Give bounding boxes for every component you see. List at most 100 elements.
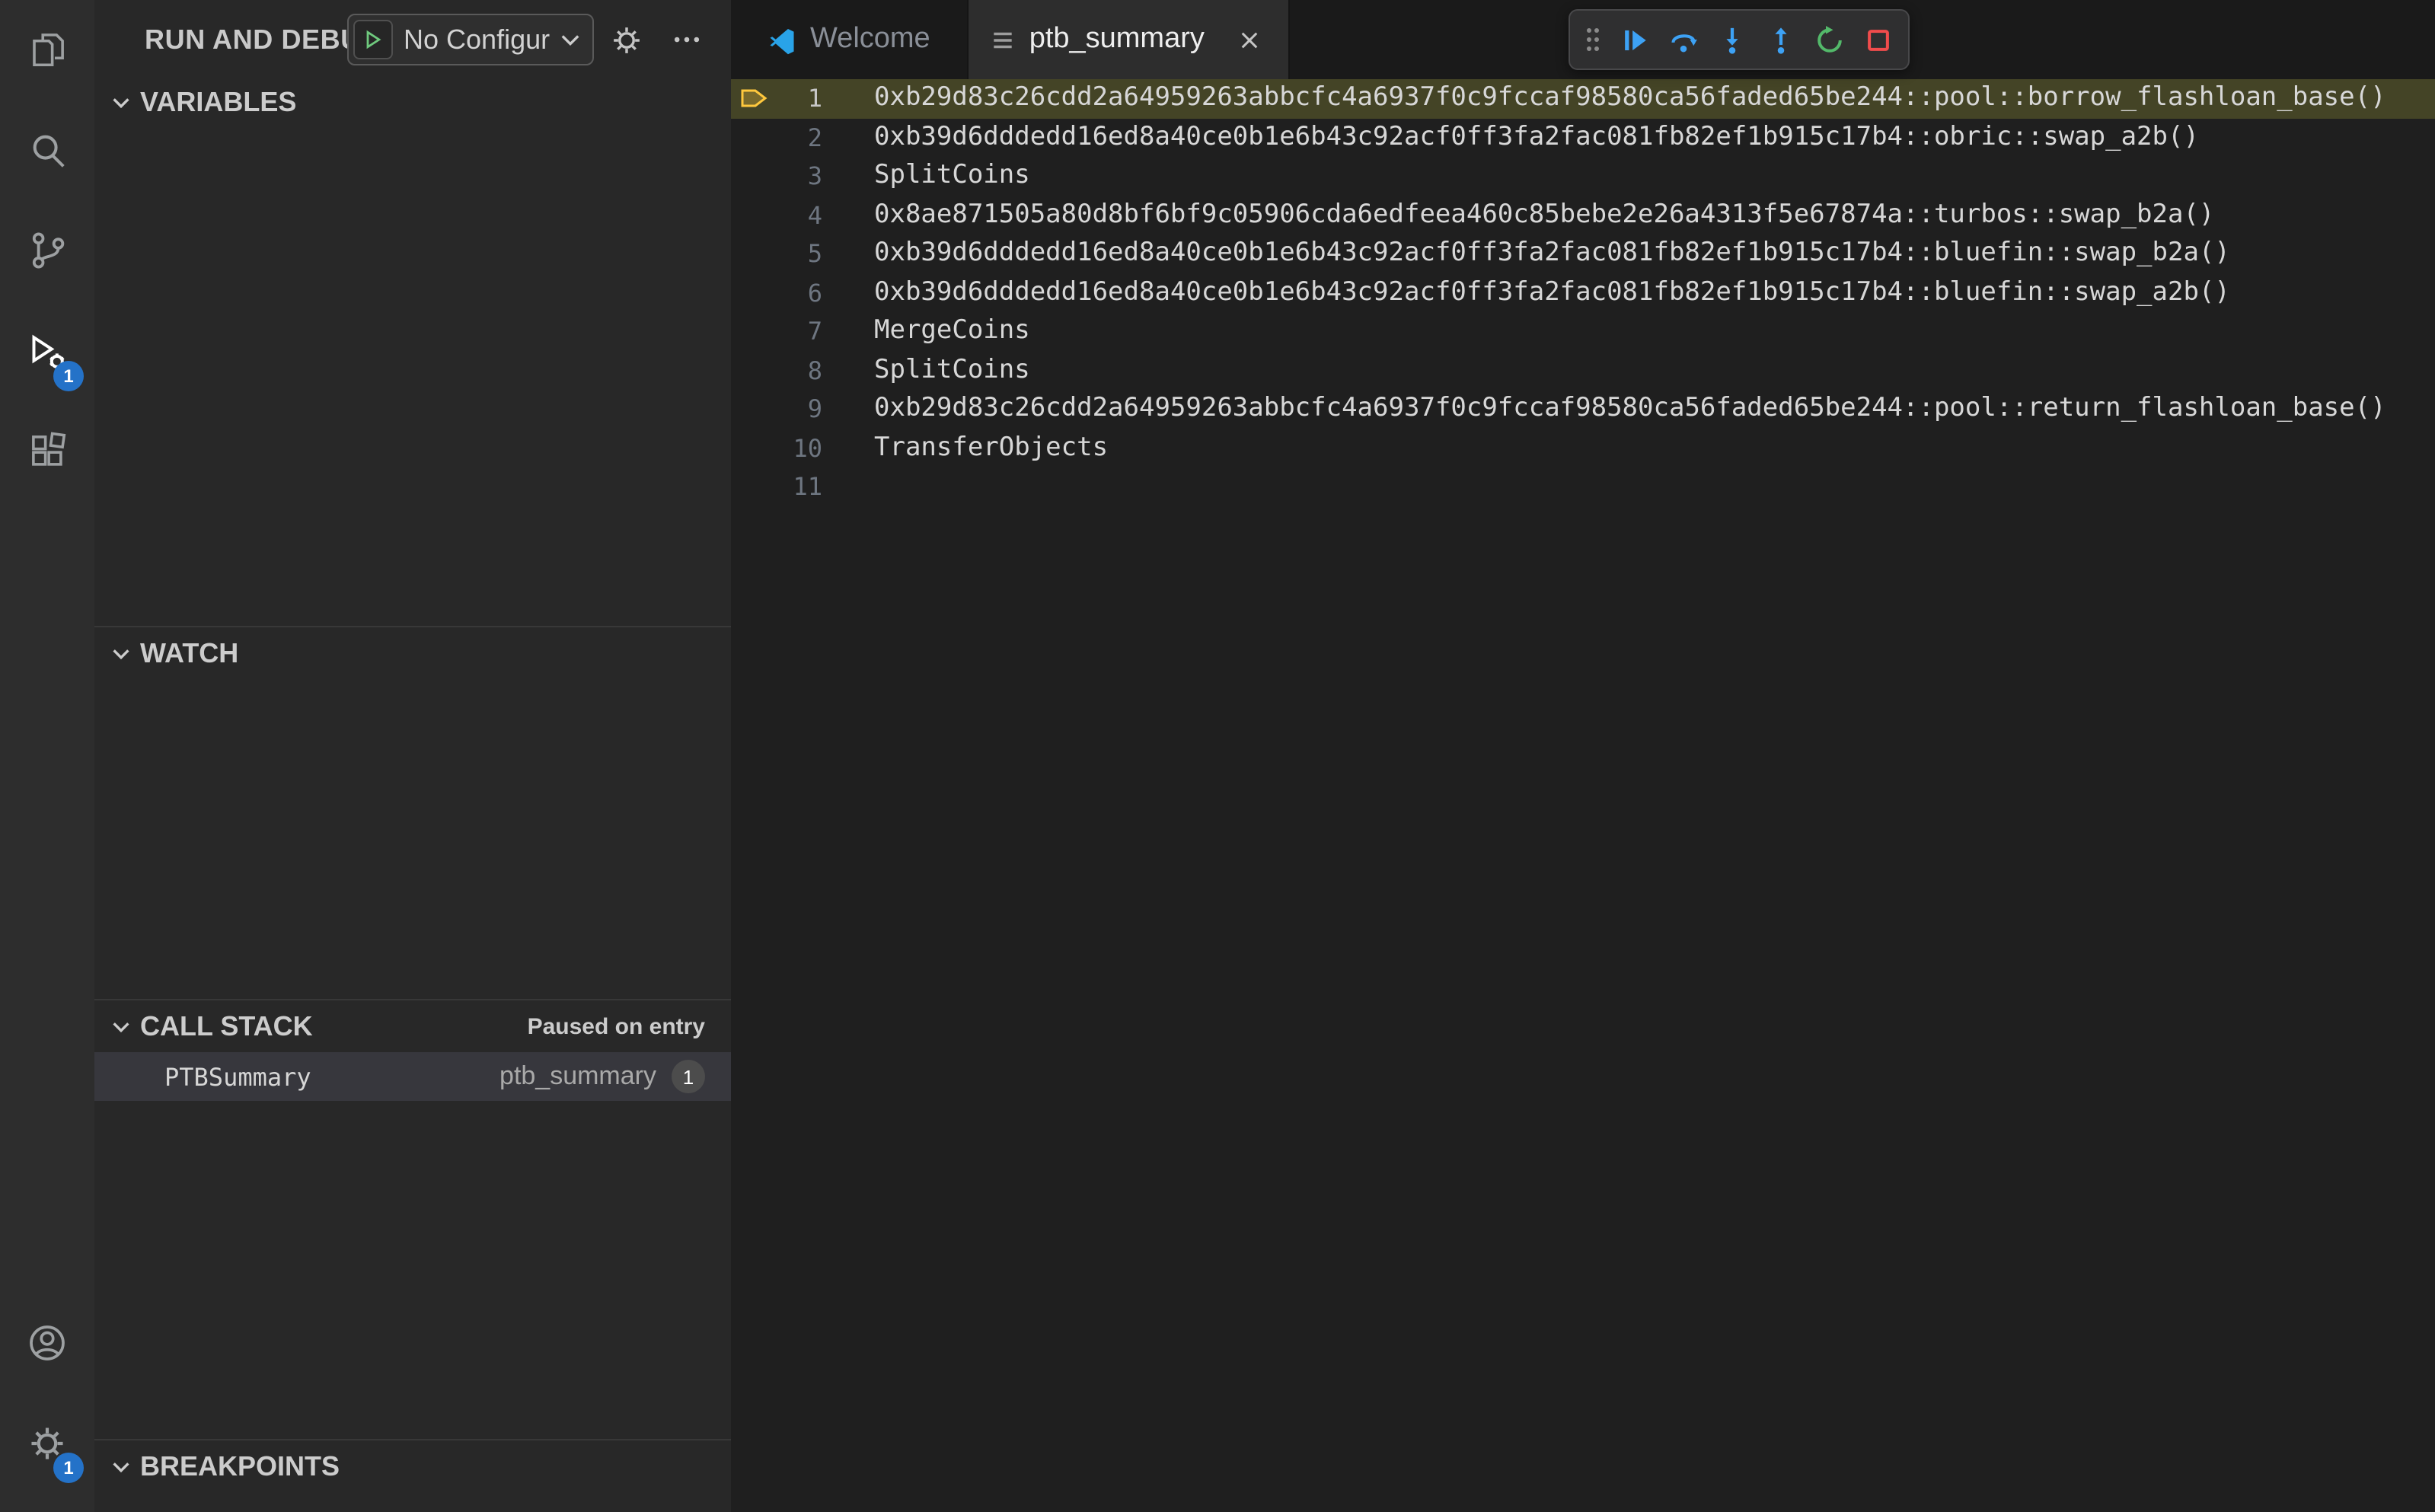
debug-badge: 1 (53, 361, 84, 391)
debug-toolbar (1569, 9, 1910, 70)
code-text[interactable]: 0xb39d6dddedd16ed8a40ce0b1e6b43c92acf0ff… (874, 234, 2435, 273)
play-icon (366, 30, 381, 49)
tab-welcome[interactable]: Welcome (731, 0, 969, 79)
search-icon (27, 129, 68, 178)
debug-current-line-glyph[interactable] (731, 86, 777, 112)
code-line[interactable]: 11 (731, 467, 2435, 506)
chevron-down-icon (113, 1022, 129, 1032)
code-line[interactable]: 3 SplitCoins (731, 157, 2435, 196)
line-number: 3 (807, 161, 822, 190)
continue-button[interactable] (1610, 14, 1658, 65)
activity-item-search[interactable] (0, 107, 94, 201)
vscode-logo-icon (770, 27, 794, 54)
call-stack-frame-row[interactable]: PTBSummary ptb_summary 1 (94, 1052, 731, 1101)
line-number: 9 (807, 394, 822, 423)
debug-current-line-arrow-icon (740, 90, 767, 107)
code-line[interactable]: 4 0x8ae871505a80d8bf6bf9c05906cda6edfeea4… (731, 196, 2435, 234)
debug-settings-gear-button[interactable] (606, 20, 646, 59)
code-text[interactable]: 0xb29d83c26cdd2a64959263abbcfc4a6937f0c9… (874, 390, 2435, 429)
files-icon (27, 29, 68, 78)
line-number: 5 (807, 239, 822, 268)
line-number: 8 (807, 356, 822, 384)
close-icon[interactable] (1233, 23, 1267, 56)
watch-section-header[interactable]: WATCH (94, 627, 731, 679)
sidebar-header: RUN AND DEBUG No Configur (94, 0, 731, 79)
call-stack-section-header[interactable]: CALL STACK Paused on entry (94, 1000, 731, 1052)
code-lines: 1 0xb29d83c26cdd2a64959263abbcfc4a6937f0c… (731, 79, 2435, 1512)
activity-item-source-control[interactable] (0, 207, 94, 301)
restart-button[interactable] (1805, 14, 1853, 65)
code-line[interactable]: 2 0xb39d6dddedd16ed8a40ce0b1e6b43c92acf0f… (731, 118, 2435, 157)
code-text[interactable]: 0xb39d6dddedd16ed8a40ce0b1e6b43c92acf0ff… (874, 118, 2435, 157)
ellipsis-icon (674, 37, 700, 43)
code-line[interactable]: 7 MergeCoins (731, 312, 2435, 351)
list-file-icon (994, 31, 1012, 48)
extensions-icon (27, 431, 68, 480)
source-control-icon (27, 230, 68, 279)
step-into-button[interactable] (1707, 14, 1756, 65)
frame-source: ptb_summary (499, 1061, 656, 1090)
tab-label: ptb_summary (1029, 23, 1205, 55)
frame-count-badge: 1 (672, 1060, 705, 1093)
step-over-icon (1671, 33, 1696, 52)
watch-section: WATCH (94, 626, 731, 999)
activity-item-run-and-debug[interactable]: 1 (0, 308, 94, 402)
activity-item-settings[interactable]: 1 (0, 1399, 94, 1494)
account-icon (26, 1321, 69, 1371)
code-text[interactable]: TransferObjects (874, 429, 2435, 467)
line-number: 1 (807, 84, 822, 113)
activity-item-accounts[interactable] (0, 1299, 94, 1393)
variables-section-header[interactable]: VARIABLES (94, 76, 731, 128)
code-text[interactable]: 0xb39d6dddedd16ed8a40ce0b1e6b43c92acf0ff… (874, 273, 2435, 312)
chevron-down-icon (561, 34, 579, 46)
line-number: 10 (793, 433, 822, 462)
line-number: 6 (807, 278, 822, 307)
code-line[interactable]: 8 SplitCoins (731, 351, 2435, 390)
start-debug-button[interactable] (353, 20, 393, 59)
toolbar-drag-handle[interactable] (1576, 14, 1610, 65)
breakpoints-section: BREAKPOINTS (94, 1439, 731, 1512)
line-number: 7 (807, 317, 822, 346)
variables-section: VARIABLES (94, 76, 731, 626)
tab-ptb-summary[interactable]: ptb_summary (968, 0, 1290, 79)
run-and-debug-sidebar: RUN AND DEBUG No Configur VARIABLES WATC… (94, 0, 731, 1512)
line-number: 4 (807, 200, 822, 229)
chevron-down-icon (113, 649, 129, 659)
activity-item-extensions[interactable] (0, 408, 94, 502)
code-text[interactable]: 0xb29d83c26cdd2a64959263abbcfc4a6937f0c9… (874, 79, 2435, 118)
chevron-down-icon (113, 97, 129, 108)
line-number: 11 (793, 472, 822, 501)
launch-configuration-dropdown[interactable]: No Configur (347, 14, 594, 65)
settings-badge: 1 (53, 1453, 84, 1483)
step-out-button[interactable] (1756, 14, 1805, 65)
activity-bar: 1 1 (0, 0, 94, 1512)
launch-config-label: No Configur (404, 24, 550, 54)
code-line[interactable]: 10 TransferObjects (731, 429, 2435, 467)
step-into-icon (1725, 27, 1738, 53)
vscode-window: 1 1 RUN AND DEBUG No Configur VARIABLES … (0, 0, 2435, 1512)
code-text[interactable]: SplitCoins (874, 351, 2435, 390)
code-line[interactable]: 5 0xb39d6dddedd16ed8a40ce0b1e6b43c92acf0f… (731, 234, 2435, 273)
tab-label: Welcome (810, 23, 930, 55)
code-text[interactable]: MergeCoins (874, 312, 2435, 351)
stop-icon (1867, 29, 1888, 50)
gear-icon (613, 27, 639, 53)
more-actions-button[interactable] (667, 20, 707, 59)
section-label: VARIABLES (140, 86, 297, 116)
gripper-icon (1587, 28, 1599, 51)
breakpoints-section-header[interactable]: BREAKPOINTS (94, 1440, 731, 1492)
code-line[interactable]: 9 0xb29d83c26cdd2a64959263abbcfc4a6937f0c… (731, 390, 2435, 429)
step-over-button[interactable] (1658, 14, 1707, 65)
activity-item-explorer[interactable] (0, 6, 94, 100)
code-line[interactable]: 1 0xb29d83c26cdd2a64959263abbcfc4a6937f0c… (731, 79, 2435, 118)
continue-icon (1624, 29, 1645, 50)
line-number: 2 (807, 123, 822, 152)
call-stack-section: CALL STACK Paused on entry PTBSummary pt… (94, 999, 731, 1439)
code-text[interactable]: SplitCoins (874, 157, 2435, 196)
restart-icon (1817, 25, 1841, 52)
section-label: CALL STACK (140, 1010, 313, 1041)
chevron-down-icon (113, 1462, 129, 1472)
code-line[interactable]: 6 0xb39d6dddedd16ed8a40ce0b1e6b43c92acf0f… (731, 273, 2435, 312)
code-text[interactable]: 0x8ae871505a80d8bf6bf9c05906cda6edfeea46… (874, 196, 2435, 234)
stop-button[interactable] (1853, 14, 1902, 65)
